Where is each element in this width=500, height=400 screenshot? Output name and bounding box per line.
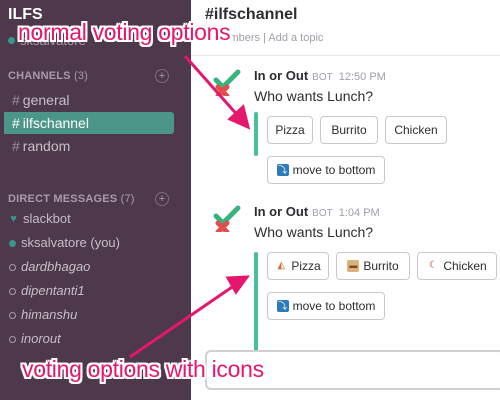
dm-label: dipentanti1 — [21, 283, 85, 298]
move-to-bottom-button[interactable]: ⤵ move to bottom — [267, 156, 385, 184]
hash-icon: # — [12, 115, 20, 131]
timestamp[interactable]: 12:50 PM — [339, 71, 386, 83]
message-header: In or Out BOT 1:04 PM — [254, 204, 380, 219]
sidebar: ILFS sksalvatore CHANNELS (3) + # general… — [0, 0, 191, 400]
burrito-button[interactable]: Burrito — [320, 116, 378, 144]
message-text: Who wants Lunch? — [254, 88, 374, 104]
arrow-icon: ⤵ — [276, 164, 289, 176]
away-status-icon — [9, 335, 16, 343]
annotation-bottom: voting options with icons — [22, 356, 264, 382]
attachment-bar — [254, 112, 258, 156]
bot-avatar-icon[interactable] — [213, 204, 241, 232]
button-label: Burrito — [331, 123, 367, 137]
dm-count: (7) — [120, 193, 135, 205]
online-status-icon — [9, 239, 16, 247]
sidebar-item-dardbhagao[interactable]: dardbhagao — [0, 256, 191, 278]
button-label: Chicken — [443, 259, 487, 273]
button-label: Burrito — [363, 259, 399, 273]
online-status-icon — [8, 37, 15, 44]
channel-header: #ilfschannel 4 members | Add a topic — [191, 0, 500, 56]
heart-icon: ♥ — [10, 213, 17, 225]
add-dm-icon[interactable]: + — [155, 192, 169, 206]
move-to-bottom-button[interactable]: ⤵ move to bottom — [267, 292, 385, 320]
direct-messages-header[interactable]: DIRECT MESSAGES (7) — [8, 193, 135, 205]
timestamp[interactable]: 1:04 PM — [339, 207, 380, 219]
away-status-icon — [9, 263, 16, 271]
channels-header[interactable]: CHANNELS (3) — [8, 70, 88, 82]
sidebar-item-himanshu[interactable]: himanshu — [0, 304, 191, 326]
chicken-icon: ☾ — [428, 260, 438, 271]
channel-label: ilfschannel — [22, 115, 89, 131]
pizza-icon: ◭ — [277, 260, 286, 271]
annotation-top: normal voting options — [18, 19, 231, 45]
sidebar-item-inorout[interactable]: inorout — [0, 328, 191, 350]
channel-label: general — [22, 92, 70, 108]
arrow-icon: ⤵ — [276, 300, 289, 312]
sidebar-item-dipentanti1[interactable]: dipentanti1 — [0, 280, 191, 302]
bot-badge: BOT — [312, 208, 333, 219]
away-status-icon — [9, 287, 16, 295]
bot-avatar-icon[interactable] — [213, 68, 241, 96]
dm-label: inorout — [21, 331, 61, 346]
button-label: Pizza — [275, 123, 305, 137]
channels-header-label: CHANNELS — [8, 70, 71, 82]
author-name[interactable]: In or Out — [254, 204, 308, 219]
chicken-button[interactable]: ☾ Chicken — [417, 252, 497, 280]
sidebar-item-general[interactable]: # general — [0, 89, 191, 111]
dm-label: sksalvatore (you) — [21, 235, 120, 250]
sidebar-item-random[interactable]: # random — [0, 135, 191, 157]
chicken-button[interactable]: Chicken — [385, 116, 447, 144]
message-text: Who wants Lunch? — [254, 224, 374, 240]
sidebar-item-ilfschannel[interactable]: # ilfschannel — [4, 112, 174, 134]
button-label: Chicken — [394, 123, 438, 137]
add-channel-icon[interactable]: + — [155, 69, 169, 83]
bot-badge: BOT — [312, 72, 333, 83]
hash-icon: # — [12, 92, 20, 108]
pizza-button[interactable]: Pizza — [267, 116, 313, 144]
message: In or Out BOT 12:50 PM Who wants Lunch? Pi… — [191, 68, 500, 188]
sidebar-item-slackbot[interactable]: ♥ slackbot — [0, 208, 191, 230]
message: In or Out BOT 1:04 PM Who wants Lunch? ◭ P… — [191, 204, 500, 352]
burrito-icon: ▬ — [347, 260, 360, 272]
attachment-bar — [254, 252, 258, 352]
button-label: Pizza — [291, 259, 321, 273]
author-name[interactable]: In or Out — [254, 68, 308, 83]
hash-icon: # — [12, 138, 20, 154]
away-status-icon — [9, 311, 16, 319]
dm-label: dardbhagao — [21, 259, 91, 274]
message-header: In or Out BOT 12:50 PM — [254, 68, 386, 83]
burrito-button[interactable]: ▬ Burrito — [336, 252, 410, 280]
button-label: move to bottom — [292, 163, 376, 177]
dm-header-label: DIRECT MESSAGES — [8, 193, 118, 205]
sidebar-item-sksalvatore[interactable]: sksalvatore (you) — [0, 232, 191, 254]
channels-count: (3) — [73, 70, 89, 82]
dm-label: himanshu — [21, 307, 78, 322]
channel-label: random — [22, 138, 71, 154]
pizza-button[interactable]: ◭ Pizza — [267, 252, 329, 280]
dm-label: slackbot — [23, 211, 71, 226]
button-label: move to bottom — [292, 299, 376, 313]
